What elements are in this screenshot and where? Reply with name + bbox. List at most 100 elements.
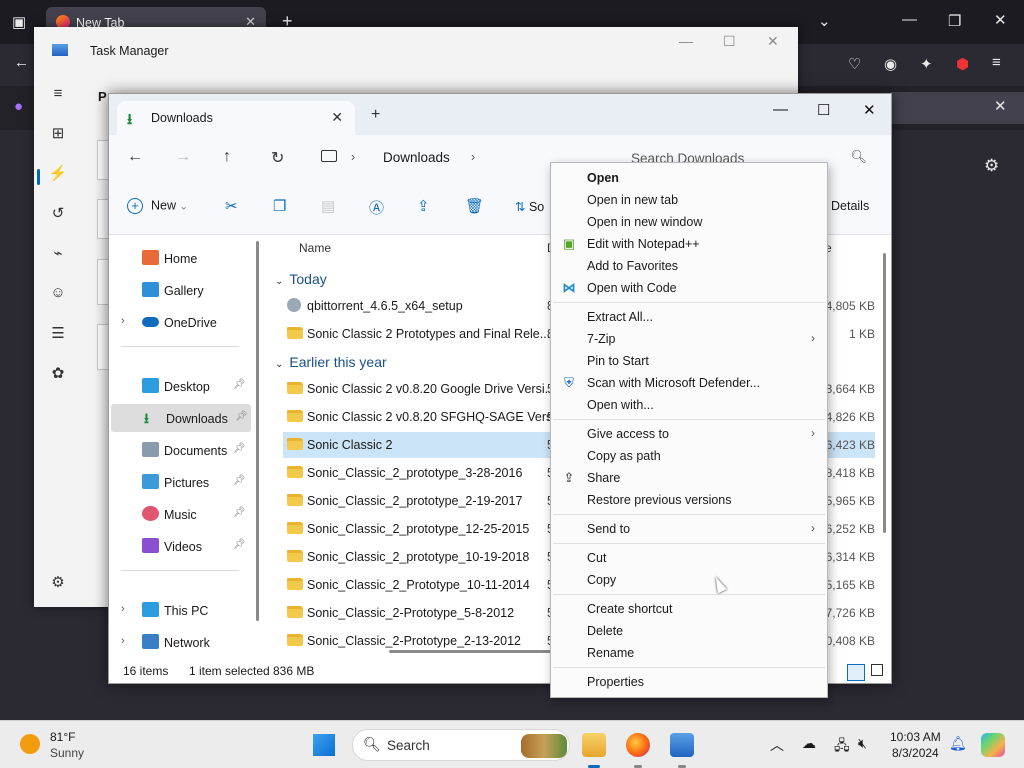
menu-item-cut[interactable]: Cut <box>551 547 827 569</box>
onedrive-icon[interactable]: ☁ <box>802 735 816 752</box>
group-header-today[interactable]: ⌄ Today <box>275 271 327 287</box>
ex-minimize-icon[interactable]: — <box>773 101 788 118</box>
new-tab-icon[interactable]: + <box>371 106 380 124</box>
nav-downloads[interactable]: ⭳ Downloads 📌︎ <box>111 404 251 432</box>
ex-close-icon[interactable]: ✕ <box>863 101 876 119</box>
chevron-right-icon[interactable]: › <box>121 315 125 327</box>
details-button[interactable]: Details <box>831 199 869 213</box>
processes-icon[interactable]: ⊞ <box>47 124 69 146</box>
volume-icon[interactable]: 🔇︎ <box>858 735 867 752</box>
forward-icon[interactable]: → <box>175 148 191 166</box>
menu-item-properties[interactable]: Properties <box>551 671 827 693</box>
tm-settings-icon[interactable]: ⚙ <box>47 573 69 595</box>
details-view-icon[interactable] <box>847 664 865 681</box>
weather-sun-icon[interactable] <box>20 734 40 754</box>
tm-maximize-icon[interactable]: ☐ <box>723 33 736 50</box>
network-icon[interactable]: 🖧︎ <box>834 735 850 759</box>
menu-item-copy[interactable]: Copy <box>551 569 827 591</box>
group-header-earlier[interactable]: ⌄ Earlier this year <box>275 354 387 370</box>
breadcrumb-chevron-icon[interactable]: › <box>351 150 355 164</box>
new-button[interactable]: + New ⌄ <box>127 198 188 214</box>
chevron-right-icon[interactable]: › <box>121 603 125 615</box>
nav-desktop[interactable]: Desktop 📌︎ <box>109 372 249 400</box>
chevron-down-icon[interactable]: ⌄ <box>818 12 831 30</box>
menu-item-favorites[interactable]: Add to Favorites <box>551 255 827 277</box>
startup-icon[interactable]: ⌁ <box>47 244 69 266</box>
copy-icon[interactable]: ❐ <box>273 197 286 215</box>
nav-home[interactable]: Home <box>109 244 249 272</box>
nav-music[interactable]: Music 📌︎ <box>109 500 249 528</box>
details-icon[interactable]: ☰ <box>47 324 69 346</box>
menu-item-open[interactable]: Open <box>551 167 827 189</box>
extensions-icon[interactable]: ✦ <box>920 55 933 73</box>
column-header-name[interactable]: Name <box>299 241 331 255</box>
weather-temperature[interactable]: 81°F <box>50 730 75 744</box>
tm-close-icon[interactable]: ✕ <box>767 33 779 50</box>
back-icon[interactable]: ← <box>127 148 143 166</box>
menu-item-rename[interactable]: Rename <box>551 642 827 664</box>
file-explorer-taskbar-icon[interactable] <box>582 733 606 757</box>
menu-item-open-with-code[interactable]: ⋈ Open with Code <box>551 277 827 299</box>
users-icon[interactable]: ☺ <box>47 284 69 306</box>
ublock-icon[interactable]: ⬢ <box>956 55 969 73</box>
chevron-up-icon[interactable]: ︿ <box>770 735 784 755</box>
close-window-icon[interactable]: ✕ <box>994 11 1007 29</box>
cut-icon[interactable]: ✂ <box>225 197 238 215</box>
performance-icon[interactable]: ⚡ <box>47 164 69 186</box>
back-icon[interactable]: ← <box>14 54 29 71</box>
breadcrumb-chevron-icon[interactable]: › <box>471 150 475 164</box>
settings-gear-icon[interactable]: ⚙ <box>984 156 999 176</box>
chevron-right-icon[interactable]: › <box>121 635 125 647</box>
tab-list-icon[interactable]: ▣ <box>12 13 26 31</box>
close-tab-icon[interactable]: ✕ <box>331 109 343 126</box>
menu-item-defender[interactable]: ⛨ Scan with Microsoft Defender... <box>551 372 827 394</box>
minimize-icon[interactable]: — <box>902 11 917 28</box>
menu-item-open-with[interactable]: Open with... <box>551 394 827 416</box>
task-manager-taskbar-icon[interactable] <box>670 733 694 757</box>
sort-button[interactable]: ⇅ So <box>515 199 544 214</box>
clock-time[interactable]: 10:03 AM <box>890 730 941 744</box>
tiles-view-icon[interactable] <box>871 664 883 676</box>
menu-item-open-new-tab[interactable]: Open in new tab <box>551 189 827 211</box>
copilot-icon[interactable] <box>981 733 1005 757</box>
refresh-icon[interactable]: ↻ <box>271 148 284 168</box>
breadcrumb-downloads[interactable]: Downloads <box>383 150 450 165</box>
services-icon[interactable]: ✿ <box>47 364 69 386</box>
menu-item-extract[interactable]: Extract All... <box>551 306 827 328</box>
rename-icon[interactable]: Ⓐ <box>369 197 384 218</box>
paste-icon[interactable]: ▤ <box>321 197 335 215</box>
file-list-vertical-scrollbar[interactable] <box>883 253 886 533</box>
nav-videos[interactable]: Videos 📌︎ <box>109 532 249 560</box>
start-windows-icon[interactable] <box>313 734 335 756</box>
close-notification-icon[interactable]: ✕ <box>994 97 1007 115</box>
nav-documents[interactable]: Documents 📌︎ <box>109 436 249 464</box>
nav-onedrive[interactable]: › OneDrive <box>109 308 249 336</box>
taskbar-search[interactable]: 🔍︎ Search <box>352 729 570 761</box>
menu-icon[interactable]: ≡ <box>992 54 1001 71</box>
restore-icon[interactable]: ❐ <box>948 12 961 30</box>
menu-item-copy-path[interactable]: Copy as path <box>551 445 827 467</box>
app-history-icon[interactable]: ↺ <box>47 204 69 226</box>
menu-item-7zip[interactable]: 7-Zip › <box>551 328 827 350</box>
menu-item-restore[interactable]: Restore previous versions <box>551 489 827 511</box>
tm-minimize-icon[interactable]: — <box>679 33 693 49</box>
account-icon[interactable]: ◉ <box>884 55 897 73</box>
pocket-icon[interactable]: ♡ <box>848 55 861 73</box>
menu-item-notepad[interactable]: ▣ Edit with Notepad++ <box>551 233 827 255</box>
share-icon[interactable]: ⇪ <box>417 197 430 215</box>
clock-date[interactable]: 8/3/2024 <box>892 746 939 760</box>
firefox-taskbar-icon[interactable] <box>626 733 650 757</box>
explorer-tab-downloads[interactable]: ⭳ Downloads ✕ <box>117 101 355 135</box>
menu-item-delete[interactable]: Delete <box>551 620 827 642</box>
menu-item-give-access[interactable]: Give access to › <box>551 423 827 445</box>
nav-thispc[interactable]: › This PC <box>109 596 249 624</box>
menu-item-pin-start[interactable]: Pin to Start <box>551 350 827 372</box>
menu-item-open-new-window[interactable]: Open in new window <box>551 211 827 233</box>
nav-pictures[interactable]: Pictures 📌︎ <box>109 468 249 496</box>
nav-network[interactable]: › Network <box>109 628 249 656</box>
nav-scrollbar[interactable] <box>256 241 259 621</box>
weather-condition[interactable]: Sunny <box>50 746 84 760</box>
menu-item-create-shortcut[interactable]: Create shortcut <box>551 598 827 620</box>
menu-item-share[interactable]: ⇪ Share <box>551 467 827 489</box>
up-icon[interactable]: ↑ <box>223 148 231 166</box>
